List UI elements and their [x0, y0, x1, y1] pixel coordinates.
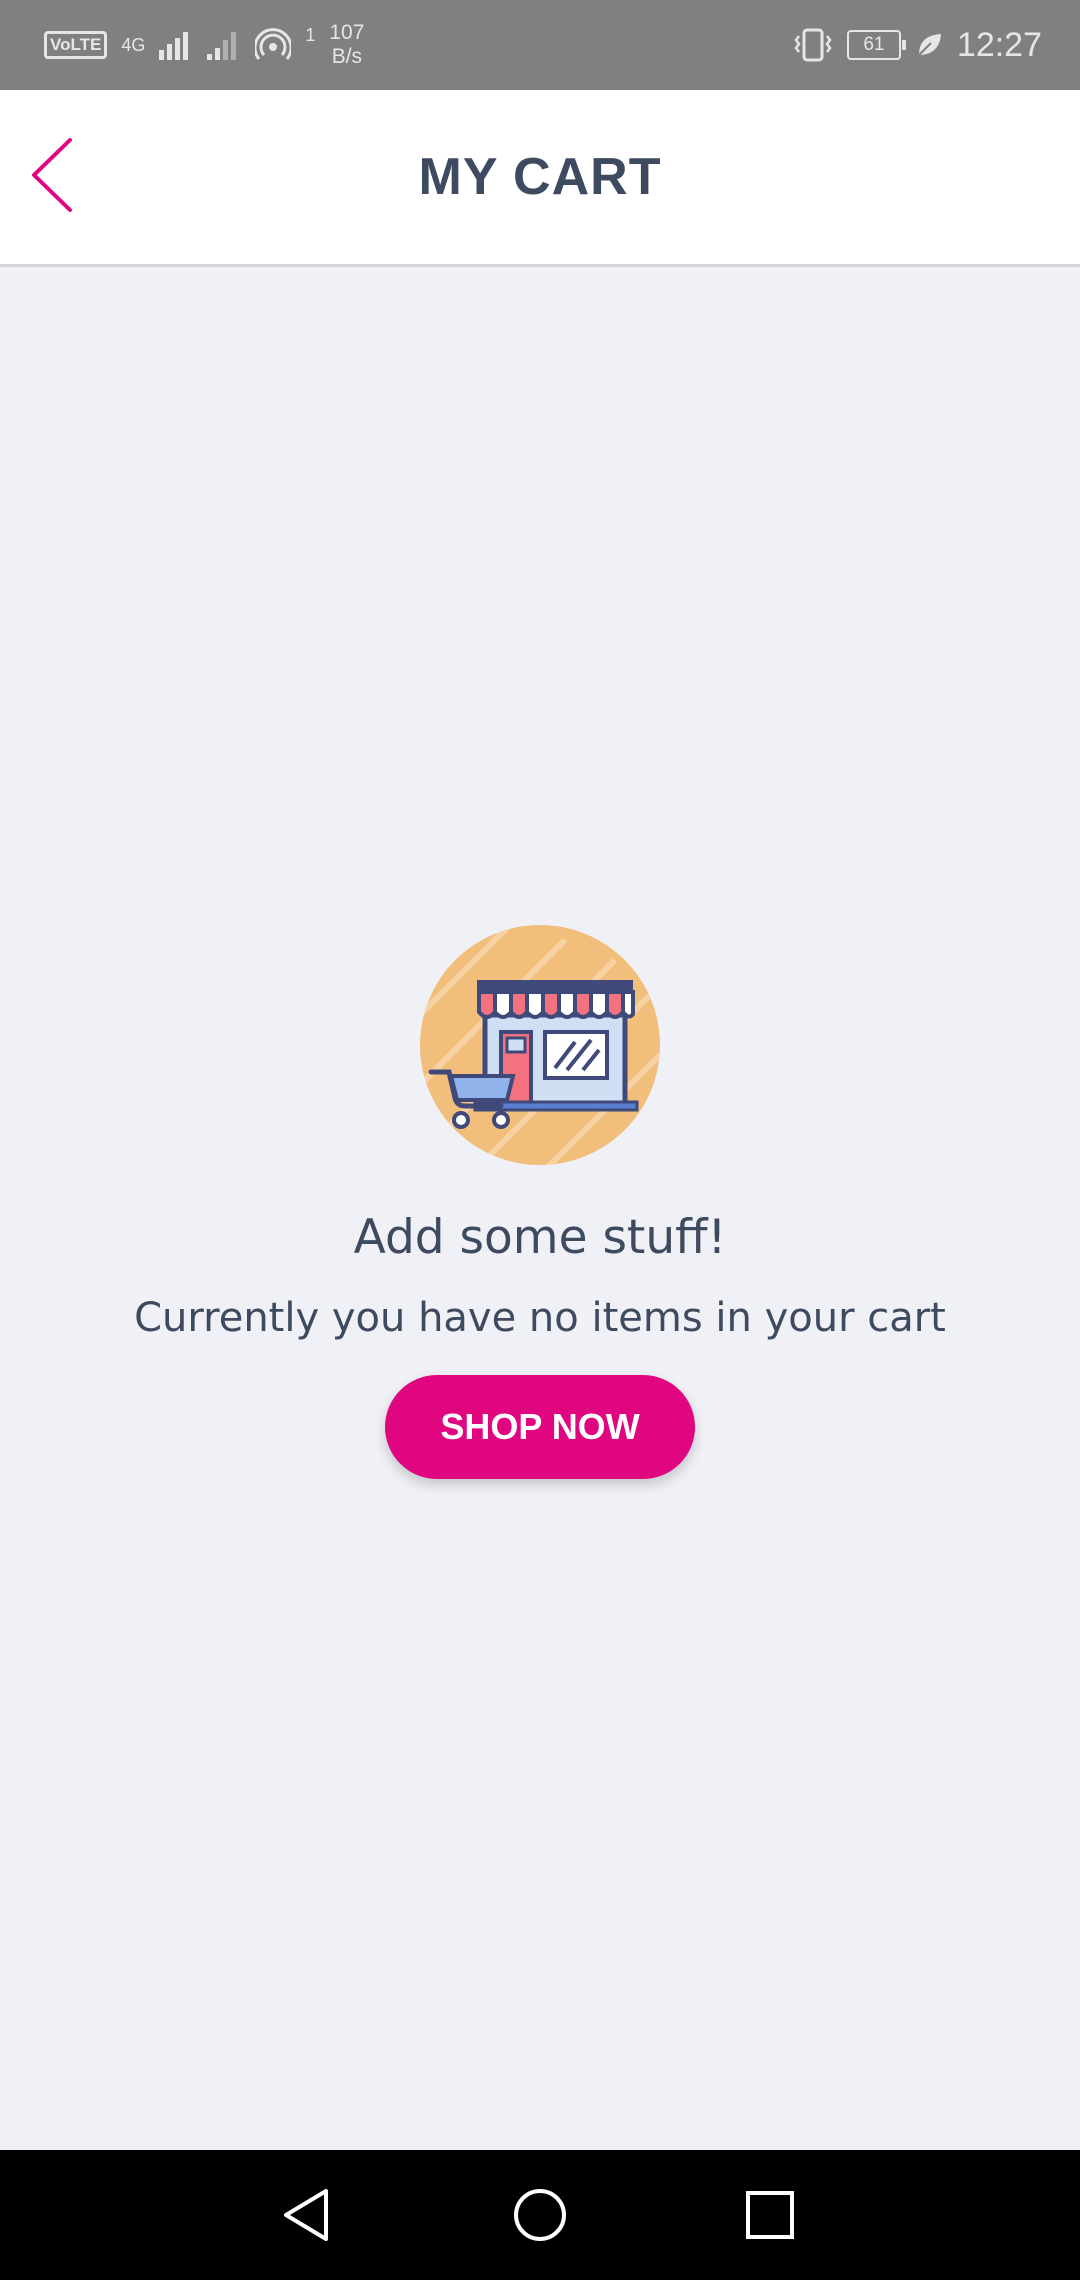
- empty-cart-state: Add some stuff! Currently you have no it…: [0, 920, 1080, 1479]
- shop-now-button[interactable]: SHOP NOW: [385, 1375, 695, 1479]
- nav-recents-button[interactable]: [738, 2183, 802, 2247]
- status-right-group: 61 12:27: [793, 18, 1042, 72]
- system-nav-bar: [0, 2150, 1080, 2280]
- status-bar: VoLTE 4G 1 107 B/s 61 12:27: [0, 0, 1080, 90]
- recents-square-icon: [746, 2191, 794, 2239]
- empty-cart-title: Add some stuff!: [353, 1210, 727, 1265]
- volte-badge: VoLTE: [44, 31, 108, 59]
- empty-cart-subtitle: Currently you have no items in your cart: [134, 1295, 946, 1341]
- signal-icon: [159, 32, 189, 60]
- back-triangle-icon: [284, 2189, 328, 2241]
- back-button[interactable]: [24, 130, 84, 220]
- home-circle-icon: [514, 2189, 566, 2241]
- clock: 12:27: [956, 25, 1042, 64]
- status-left-group: VoLTE 4G 1 107 B/s: [44, 18, 364, 72]
- leaf-icon: [918, 34, 941, 56]
- chevron-left-icon: [32, 138, 72, 212]
- hotspot-count: 1: [305, 25, 316, 45]
- signal-icon-secondary: [207, 32, 237, 60]
- network-speed: 107 B/s: [329, 21, 364, 69]
- speed-value: 107: [329, 21, 365, 44]
- page-title: MY CART: [418, 148, 662, 206]
- nav-home-button[interactable]: [508, 2183, 572, 2247]
- network-type: 4G: [121, 35, 146, 55]
- speed-unit: B/s: [331, 45, 363, 68]
- battery-icon: 61: [846, 30, 906, 60]
- storefront-with-cart-icon: [420, 925, 660, 1165]
- hotspot-icon: [255, 28, 292, 60]
- nav-back-button[interactable]: [276, 2183, 340, 2247]
- vibrate-icon: [794, 28, 832, 62]
- app-header: MY CART: [0, 90, 1080, 267]
